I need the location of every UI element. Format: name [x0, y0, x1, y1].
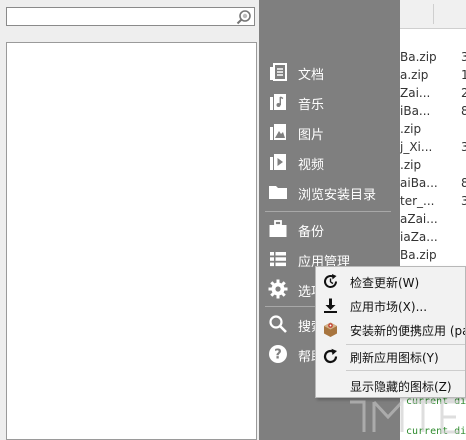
menu-item-label: 文档: [298, 68, 325, 83]
context-item-label: 应用市场(X)...: [350, 300, 428, 314]
menu-item-label: 视频: [298, 158, 325, 173]
file-row[interactable]: Ba.zip 3: [400, 48, 466, 66]
file-size: 8: [461, 176, 466, 190]
file-row[interactable]: ter_... 3: [400, 192, 466, 210]
package-icon: [324, 322, 337, 337]
refresh-update-icon: [324, 274, 337, 288]
file-row[interactable]: a.zip 1: [400, 66, 466, 84]
file-row[interactable]: Zai... 2: [400, 84, 466, 102]
menu-item-video[interactable]: 视频: [259, 148, 400, 176]
music-icon: [270, 94, 286, 110]
folder-icon: [269, 186, 287, 199]
download-icon: [324, 298, 337, 313]
gear-icon: [268, 279, 288, 299]
file-name: .zip: [400, 158, 422, 172]
pictures-icon: [270, 124, 286, 140]
menu-item-label: 浏览安装目录: [298, 188, 377, 203]
file-name: Ba.zip: [400, 50, 437, 64]
file-name: iaZa...: [400, 230, 438, 244]
file-row[interactable]: .zip: [400, 156, 466, 174]
list-icon: [270, 252, 286, 267]
file-row[interactable]: j_Xi... 3: [400, 138, 466, 156]
file-name: Zai...: [400, 86, 431, 100]
context-item-label: 安装新的便携应用 (pa: [350, 324, 466, 338]
search-input[interactable]: [6, 7, 255, 26]
file-name: a.zip: [400, 68, 429, 82]
documents-icon: [270, 63, 287, 81]
context-divider: [346, 370, 465, 371]
file-list-header: [400, 0, 466, 29]
file-size: 1: [461, 68, 466, 82]
file-row[interactable]: aZai...: [400, 210, 466, 228]
video-icon: [270, 154, 286, 170]
file-name: iBa...: [400, 104, 431, 118]
file-size: 3: [461, 140, 466, 154]
context-item-install-portable[interactable]: 安装新的便携应用 (pa: [316, 317, 466, 341]
context-item-label: 刷新应用图标(Y): [350, 351, 439, 365]
app-panel: [0, 0, 259, 440]
menu-divider: [265, 211, 391, 212]
menu-item-pictures[interactable]: 图片: [259, 118, 400, 146]
file-row[interactable]: .zip: [400, 120, 466, 138]
app-list[interactable]: [6, 42, 257, 440]
help-icon: ?: [269, 345, 287, 363]
watermark-logo: [350, 398, 460, 434]
menu-item-label: 图片: [298, 128, 325, 143]
file-name: aZai...: [400, 212, 438, 226]
file-row[interactable]: iaZa...: [400, 228, 466, 246]
context-item-label: 检查更新(W): [350, 276, 420, 290]
context-item-check-updates[interactable]: 检查更新(W): [316, 269, 465, 293]
refresh-icon: [323, 348, 338, 364]
menu-item-music[interactable]: 音乐: [259, 88, 400, 116]
search-icon: [269, 315, 287, 333]
file-name: .zip: [400, 122, 422, 136]
file-list: Ba.zip 3 a.zip 1 Zai... 2 iBa... 8 .zip j_Xi…: [400, 48, 466, 264]
file-size: 3: [461, 50, 466, 64]
file-name: aiBa...: [400, 176, 438, 190]
context-item-refresh-icons[interactable]: 刷新应用图标(Y): [316, 344, 465, 368]
briefcase-icon: [269, 220, 287, 237]
menu-item-browse-install-dir[interactable]: 浏览安装目录: [259, 178, 400, 206]
context-item-app-market[interactable]: 应用市场(X)...: [316, 293, 465, 317]
file-row[interactable]: iBa... 8: [400, 102, 466, 120]
menu-item-backup[interactable]: 备份: [259, 215, 400, 243]
file-name: ter_...: [400, 194, 435, 208]
file-size: 2: [461, 86, 466, 100]
file-row[interactable]: Ba.zip: [400, 246, 466, 264]
file-name: Ba.zip: [400, 248, 437, 262]
file-size: 3: [461, 194, 466, 208]
svg-text:?: ?: [274, 348, 282, 363]
menu-item-documents[interactable]: 文档: [259, 58, 400, 86]
file-size: 8: [461, 104, 466, 118]
menu-item-label: 音乐: [298, 98, 325, 113]
search-icon[interactable]: [236, 9, 252, 25]
file-name: j_Xi...: [400, 140, 433, 154]
file-row[interactable]: aiBa... 8: [400, 174, 466, 192]
menu-item-label: 备份: [298, 225, 325, 240]
